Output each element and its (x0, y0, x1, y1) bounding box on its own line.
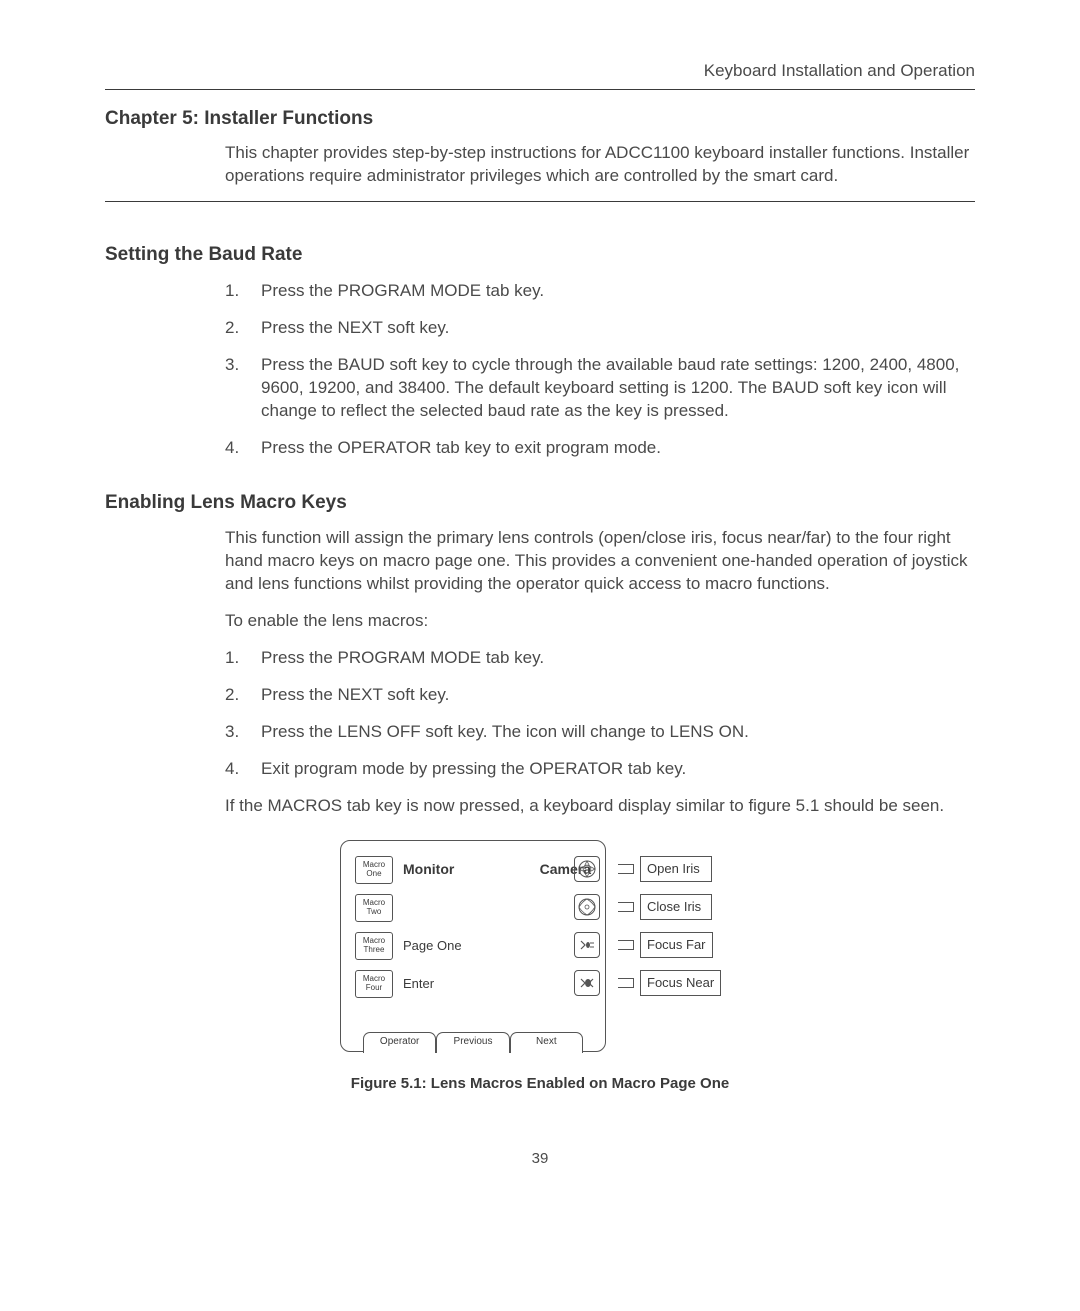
lcd-screen: Macro One Monitor Camera Macro Two Macro… (340, 840, 606, 1052)
lens-steps: Press the PROGRAM MODE tab key. Press th… (225, 647, 975, 781)
screen-tabs: Operator Previous Next (363, 1032, 583, 1052)
focus-far-icon (574, 932, 600, 958)
chapter-rule (105, 201, 975, 202)
figure-5-1: Macro One Monitor Camera Macro Two Macro… (105, 840, 975, 1094)
right-row-open-iris: Open Iris (618, 854, 721, 884)
section-lens-title: Enabling Lens Macro Keys (105, 490, 975, 516)
chapter-title: Chapter 5: Installer Functions (105, 106, 975, 132)
open-iris-label: Open Iris (640, 856, 712, 882)
keyboard-display-diagram: Macro One Monitor Camera Macro Two Macro… (340, 840, 740, 1052)
open-iris-icon (574, 856, 600, 882)
lens-lead: To enable the lens macros: (225, 610, 975, 633)
focus-near-label: Focus Near (640, 970, 721, 996)
screen-row-4: Macro Four Enter (355, 969, 591, 999)
header-rule (105, 89, 975, 90)
macro-two-button: Macro Two (355, 894, 393, 922)
page-number: 39 (105, 1149, 975, 1169)
step-item: Press the BAUD soft key to cycle through… (225, 354, 975, 423)
macro-one-button: Macro One (355, 856, 393, 884)
close-iris-icon (574, 894, 600, 920)
enter-label: Enter (403, 975, 434, 993)
step-item: Press the NEXT soft key. (225, 317, 975, 340)
screen-row-2: Macro Two (355, 893, 591, 923)
close-iris-label: Close Iris (640, 894, 712, 920)
screen-row-1: Macro One Monitor Camera (355, 855, 591, 885)
baud-steps: Press the PROGRAM MODE tab key. Press th… (225, 280, 975, 460)
document-page: Keyboard Installation and Operation Chap… (0, 0, 1080, 1209)
focus-near-icon (574, 970, 600, 996)
right-label-column: Open Iris Close Iris Focus Far (618, 854, 721, 998)
step-item: Press the LENS OFF soft key. The icon wi… (225, 721, 975, 744)
step-item: Press the OPERATOR tab key to exit progr… (225, 437, 975, 460)
monitor-label: Monitor (403, 860, 454, 879)
right-row-close-iris: Close Iris (618, 892, 721, 922)
tab-next: Next (510, 1032, 583, 1053)
lens-intro: This function will assign the primary le… (225, 527, 975, 596)
step-item: Exit program mode by pressing the OPERAT… (225, 758, 975, 781)
right-row-focus-far: Focus Far (618, 930, 721, 960)
macro-four-button: Macro Four (355, 970, 393, 998)
screen-row-3: Macro Three Page One (355, 931, 591, 961)
lens-outro: If the MACROS tab key is now pressed, a … (225, 795, 975, 818)
running-header: Keyboard Installation and Operation (105, 60, 975, 83)
page-one-label: Page One (403, 937, 462, 955)
focus-far-label: Focus Far (640, 932, 713, 958)
right-row-focus-near: Focus Near (618, 968, 721, 998)
figure-caption: Figure 5.1: Lens Macros Enabled on Macro… (105, 1074, 975, 1094)
step-item: Press the PROGRAM MODE tab key. (225, 647, 975, 670)
tab-operator: Operator (363, 1032, 436, 1053)
step-item: Press the PROGRAM MODE tab key. (225, 280, 975, 303)
chapter-intro: This chapter provides step-by-step instr… (225, 142, 975, 188)
tab-previous: Previous (436, 1032, 509, 1053)
macro-three-button: Macro Three (355, 932, 393, 960)
step-item: Press the NEXT soft key. (225, 684, 975, 707)
section-baud-title: Setting the Baud Rate (105, 242, 975, 268)
